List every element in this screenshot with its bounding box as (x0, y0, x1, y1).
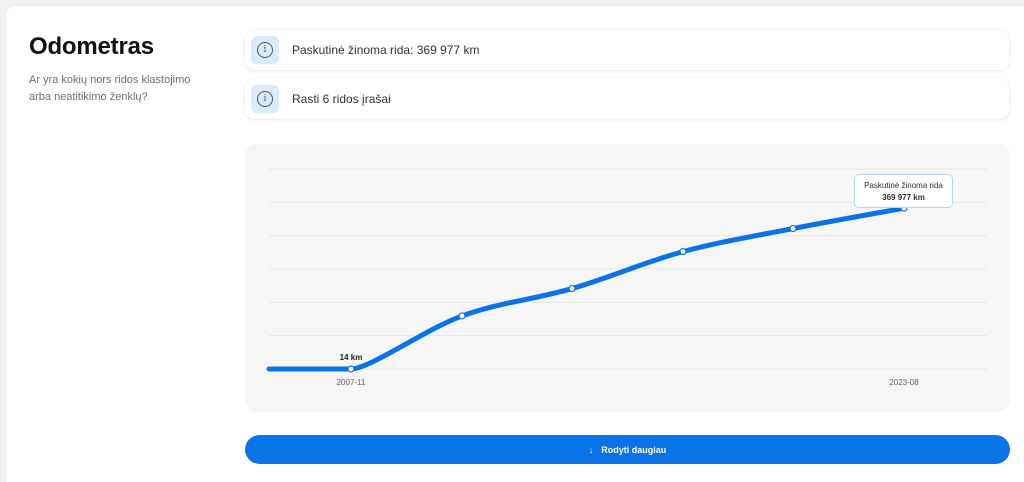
section-subtitle: Ar yra kokių nors ridos klastojimo arba … (29, 74, 191, 103)
chart-tooltip: Paskutinė žinoma rida 369 977 km (854, 174, 953, 208)
tooltip-title: Paskutinė žinoma rida (864, 181, 943, 190)
arrow-down-icon: ↓ (588, 444, 594, 455)
section-title: Odometras (29, 33, 154, 60)
data-point[interactable] (679, 248, 687, 256)
info-text: Rasti 6 ridos įrašai (292, 92, 391, 106)
show-more-label: Rodyti daugiau (601, 444, 667, 455)
data-point[interactable] (347, 365, 355, 373)
show-more-button[interactable]: ↓ Rodyti daugiau (245, 435, 1010, 464)
x-tick-label: 2007-11 (337, 378, 366, 387)
data-point[interactable] (568, 284, 576, 293)
first-point-label: 14 km (340, 353, 363, 362)
x-tick-label: 2023-08 (889, 378, 919, 387)
info-text: Paskutinė žinoma rida: 369 977 km (292, 43, 480, 57)
info-records-count: i Rasti 6 ridos įrašai (245, 79, 1009, 119)
tooltip-value: 369 977 km (882, 193, 925, 202)
info-icon: i (251, 85, 279, 113)
data-point[interactable] (789, 224, 797, 233)
info-icon: i (251, 36, 279, 64)
mileage-line (266, 205, 907, 372)
mileage-chart: 14 km 2007-11 2023-08 Paskutinė žinoma rid… (245, 144, 1010, 412)
info-last-mileage: i Paskutinė žinoma rida: 369 977 km (245, 30, 1009, 70)
data-point[interactable] (458, 312, 466, 320)
